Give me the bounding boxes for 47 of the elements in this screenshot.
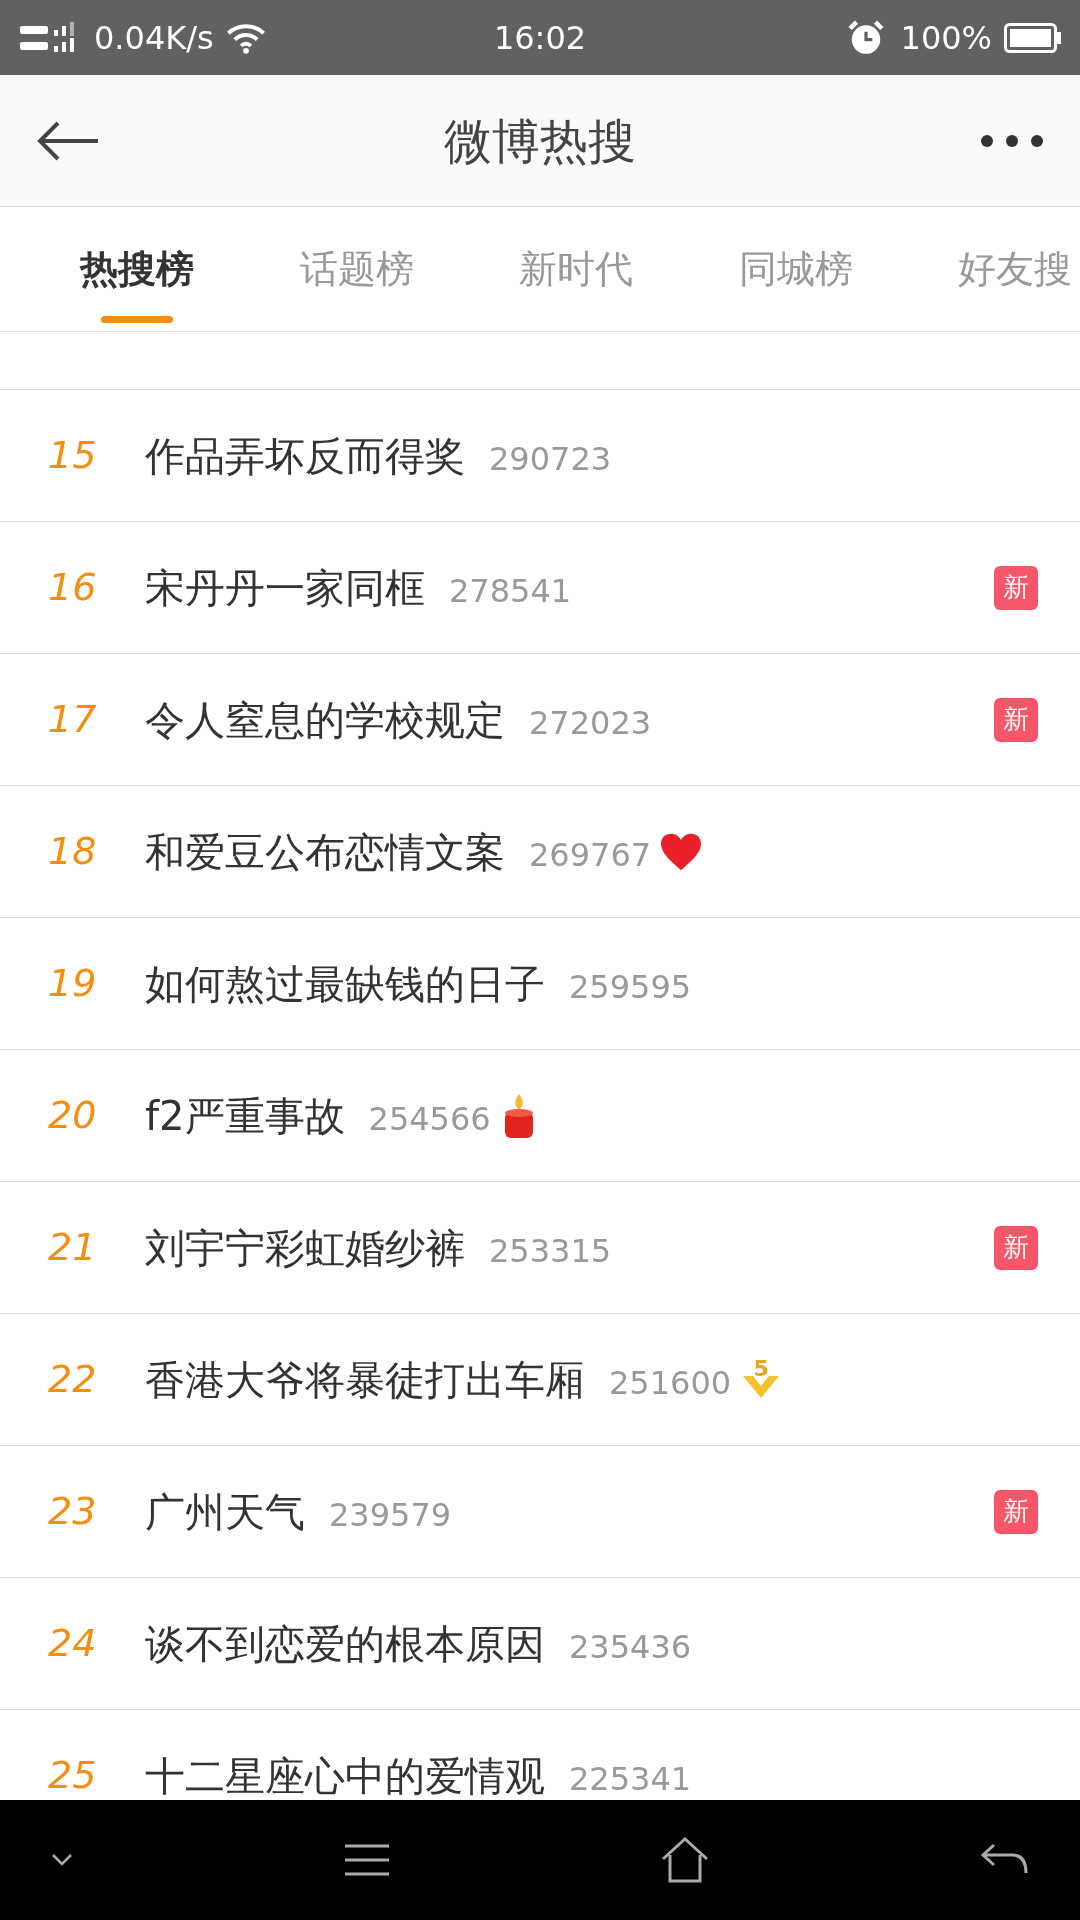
search-count: 269767 — [529, 834, 652, 876]
rank-number: 16 — [47, 564, 98, 611]
rank-number: 22 — [47, 1356, 98, 1403]
search-count: 272023 — [529, 702, 652, 744]
search-count: 239579 — [329, 1494, 452, 1536]
search-count: 290723 — [489, 438, 612, 480]
wifi-icon — [225, 21, 266, 54]
topic-title[interactable]: f2严重事故 — [145, 1085, 345, 1146]
search-count: 235436 — [569, 1626, 692, 1668]
topic-title[interactable]: 谈不到恋爱的根本原因 — [145, 1613, 545, 1674]
search-count: 278541 — [449, 570, 572, 612]
rank-number: 24 — [47, 1620, 98, 1667]
new-badge: 新 — [994, 697, 1038, 742]
topic-title[interactable]: 香港大爷将暴徒打出车厢 — [145, 1349, 585, 1410]
network-speed: 0.04K/s — [94, 17, 214, 59]
clock: 16:02 — [493, 17, 587, 59]
rank-number: 15 — [47, 432, 98, 479]
alarm-icon — [846, 18, 885, 57]
battery-icon — [1004, 22, 1062, 53]
topic-title[interactable]: 广州天气 — [145, 1481, 305, 1542]
collapse-button[interactable] — [50, 1853, 74, 1867]
battery-level: 100% — [900, 17, 992, 59]
topic-title[interactable]: 和爱豆公布恋情文案 — [145, 821, 505, 882]
topic-title[interactable]: 令人窒息的学校规定 — [145, 689, 505, 750]
topic-title[interactable]: 十二星座心中的爱情观 — [145, 1745, 545, 1800]
rank-number: 18 — [47, 828, 98, 875]
rank-number: 21 — [47, 1224, 98, 1271]
page-title: 微博热搜 — [444, 111, 636, 171]
new-badge: 新 — [994, 565, 1038, 610]
search-count: 251600 — [609, 1362, 732, 1404]
topic-title[interactable]: 如何熬过最缺钱的日子 — [145, 953, 545, 1014]
new-badge: 新 — [994, 1489, 1038, 1534]
search-count: 253315 — [489, 1230, 612, 1272]
rank-number: 17 — [47, 696, 98, 743]
search-count: 259595 — [569, 966, 692, 1008]
rank-number: 19 — [47, 960, 98, 1007]
rank-number: 23 — [47, 1488, 98, 1535]
topic-title[interactable]: 作品弄坏反而得奖 — [145, 425, 465, 486]
heart-icon — [659, 831, 704, 872]
new-badge: 新 — [994, 1225, 1038, 1270]
search-count: 254566 — [368, 1098, 491, 1140]
tab[interactable]: 热搜榜 — [80, 207, 194, 331]
topic-title[interactable]: 刘宇宁彩虹婚纱裤 — [145, 1217, 465, 1278]
rank-number: 25 — [47, 1752, 98, 1799]
rank-number: 20 — [47, 1092, 98, 1139]
search-count: 225341 — [569, 1758, 692, 1800]
topic-title[interactable]: 宋丹丹一家同框 — [145, 557, 425, 618]
